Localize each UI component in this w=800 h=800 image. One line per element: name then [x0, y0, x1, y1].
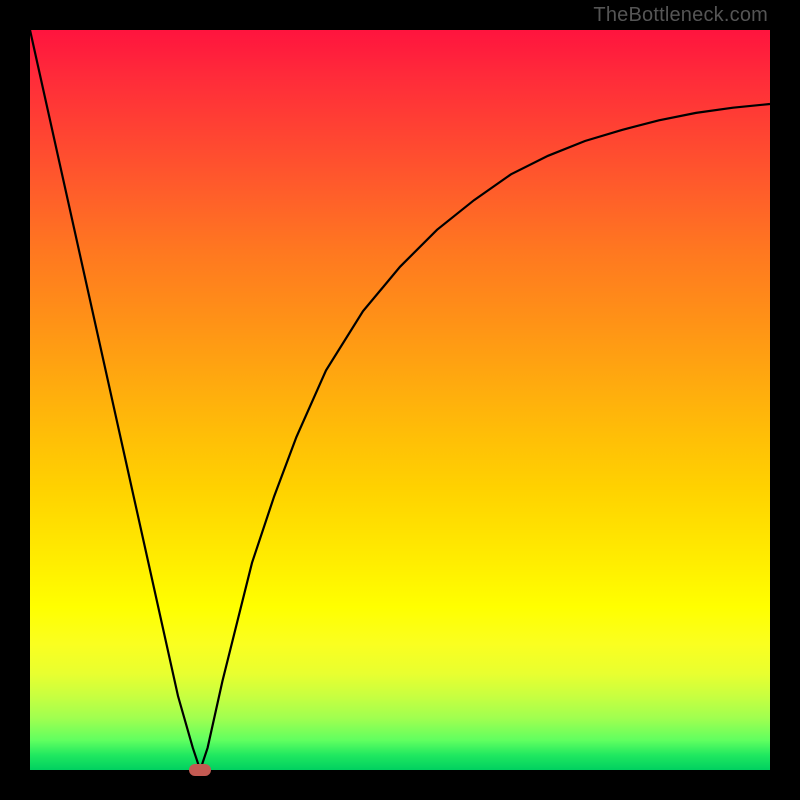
plot-area: [30, 30, 770, 770]
curve-path: [30, 30, 770, 770]
minimum-marker: [189, 764, 211, 776]
bottleneck-curve: [30, 30, 770, 770]
watermark-text: TheBottleneck.com: [593, 4, 768, 27]
chart-frame: TheBottleneck.com: [0, 0, 800, 800]
